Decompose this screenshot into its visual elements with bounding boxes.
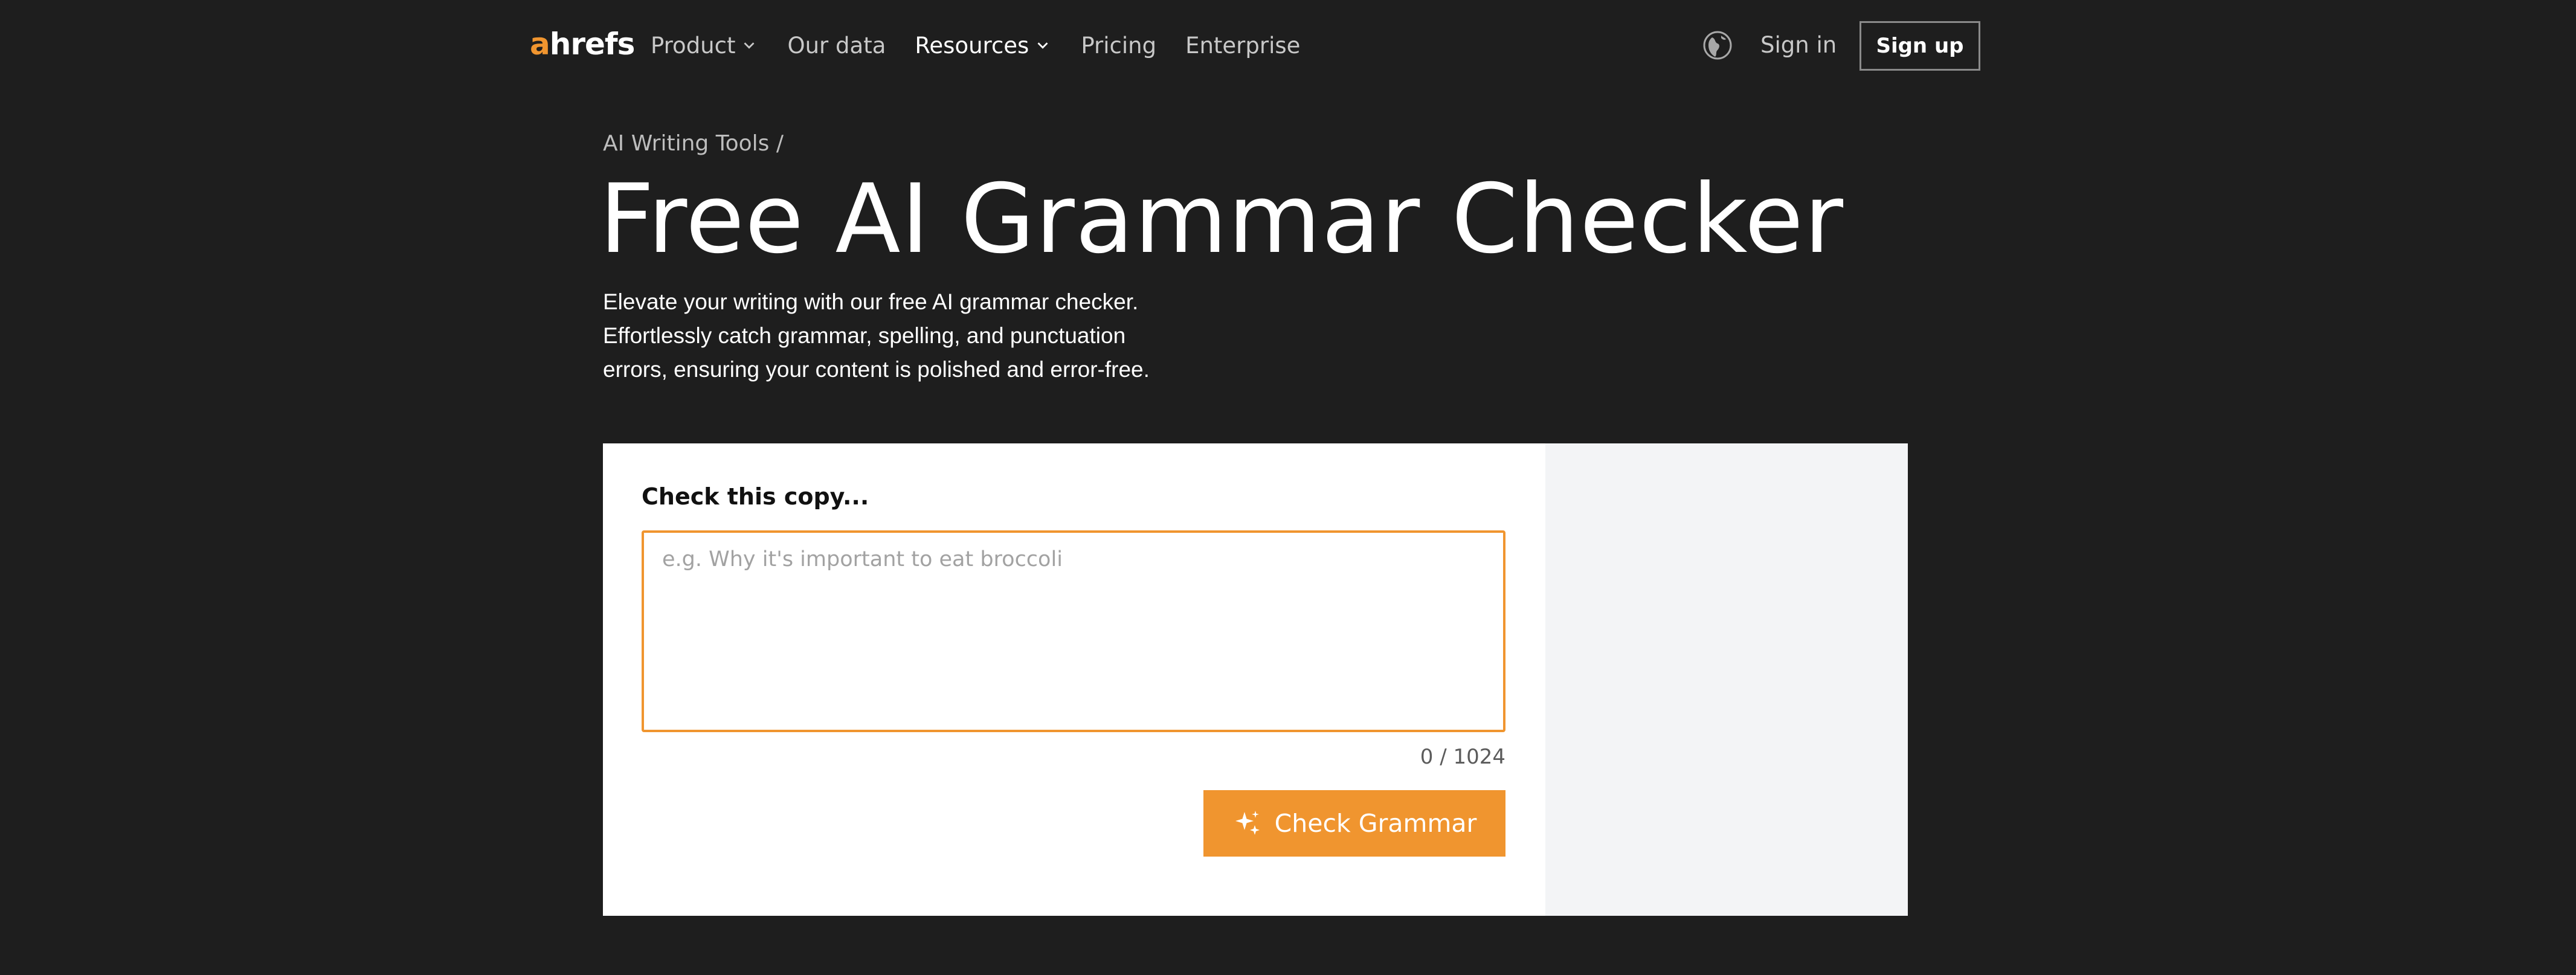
nav-item-label: Our data bbox=[787, 32, 886, 59]
top-nav: ahrefs Product Our data Resources Pricin… bbox=[0, 0, 2576, 91]
character-counter: 0 / 1024 bbox=[1420, 745, 1505, 769]
page-title: Free AI Grammar Checker bbox=[599, 164, 1844, 275]
check-grammar-button[interactable]: Check Grammar bbox=[1203, 790, 1505, 857]
nav-item-pricing[interactable]: Pricing bbox=[1081, 33, 1156, 59]
intro-line: Effortlessly catch grammar, spelling, an… bbox=[603, 323, 1126, 348]
ahrefs-logo[interactable]: ahrefs bbox=[530, 23, 636, 65]
input-label: Check this copy... bbox=[642, 483, 869, 510]
intro-text: Elevate your writing with our free AI gr… bbox=[603, 285, 1207, 387]
grammar-tool-card: Check this copy... 0 / 1024 Check Gramma… bbox=[603, 443, 1908, 916]
nav-item-label: Pricing bbox=[1081, 32, 1157, 59]
nav-links: Product Our data Resources Pricing Enter… bbox=[651, 24, 1329, 66]
sign-in-link[interactable]: Sign in bbox=[1760, 24, 1837, 66]
sign-up-button[interactable]: Sign up bbox=[1860, 21, 1980, 71]
nav-item-label: Resources bbox=[915, 32, 1029, 59]
intro-line: Elevate your writing with our free AI gr… bbox=[603, 289, 1139, 314]
copy-input[interactable] bbox=[642, 530, 1505, 732]
logo-text: hrefs bbox=[549, 27, 636, 62]
intro-line: errors, ensuring your content is polishe… bbox=[603, 357, 1150, 382]
nav-item-label: Product bbox=[651, 32, 736, 59]
logo-accent: a bbox=[530, 27, 550, 62]
sparkles-icon bbox=[1235, 811, 1260, 835]
check-grammar-label: Check Grammar bbox=[1274, 809, 1477, 838]
nav-item-enterprise[interactable]: Enterprise bbox=[1185, 33, 1300, 59]
chevron-down-icon bbox=[744, 42, 755, 49]
chevron-down-icon bbox=[1037, 42, 1048, 49]
nav-item-resources[interactable]: Resources bbox=[915, 33, 1052, 59]
breadcrumb[interactable]: AI Writing Tools / bbox=[603, 127, 784, 161]
nav-item-our-data[interactable]: Our data bbox=[787, 33, 886, 59]
nav-item-product[interactable]: Product bbox=[651, 33, 758, 59]
nav-item-label: Enterprise bbox=[1185, 32, 1301, 59]
globe-icon[interactable] bbox=[1702, 30, 1733, 60]
results-panel bbox=[1545, 443, 1908, 916]
